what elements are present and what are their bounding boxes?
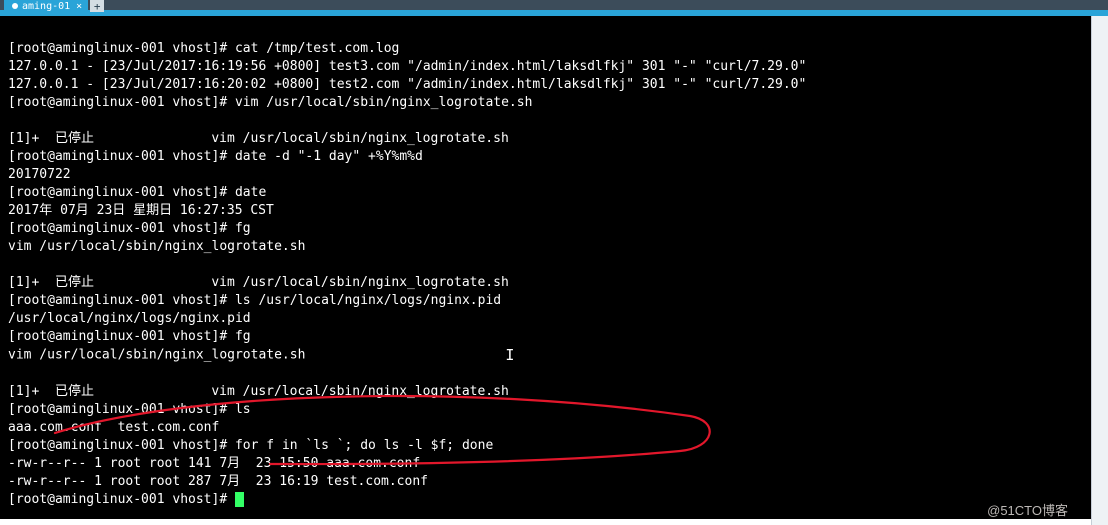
cmd-ls-nginx: ls /usr/local/nginx/logs/nginx.pid — [235, 293, 501, 308]
tab-label: aming-01 — [22, 1, 70, 12]
prompt: [root@aminglinux-001 vhost]# — [8, 149, 235, 164]
output-line: [1]+ 已停止 vim /usr/local/sbin/nginx_logro… — [8, 275, 509, 290]
prompt: [root@aminglinux-001 vhost]# — [8, 402, 235, 417]
prompt: [root@aminglinux-001 vhost]# — [8, 438, 235, 453]
output-line: -rw-r--r-- 1 root root 141 7月 23 15:50 a… — [8, 456, 420, 471]
output-line: vim /usr/local/sbin/nginx_logrotate.sh — [8, 348, 305, 363]
output-line: 127.0.0.1 - [23/Jul/2017:16:19:56 +0800]… — [8, 59, 806, 74]
prompt: [root@aminglinux-001 vhost]# — [8, 293, 235, 308]
output-line: aaa.com.conf test.com.conf — [8, 420, 219, 435]
cmd-for: for f in `ls `; do ls -l $f; done — [235, 438, 493, 453]
text-cursor-icon: I — [505, 346, 514, 364]
output-line: 127.0.0.1 - [23/Jul/2017:16:20:02 +0800]… — [8, 77, 806, 92]
cmd-fg: fg — [235, 221, 251, 236]
output-line: vim /usr/local/sbin/nginx_logrotate.sh — [8, 239, 305, 254]
cmd-ls: ls — [235, 402, 251, 417]
prompt: [root@aminglinux-001 vhost]# — [8, 492, 235, 507]
tab-close-icon[interactable]: × — [76, 1, 82, 12]
prompt: [root@aminglinux-001 vhost]# — [8, 185, 235, 200]
prompt: [root@aminglinux-001 vhost]# — [8, 221, 235, 236]
cmd-date1: date -d "-1 day" +%Y%m%d — [235, 149, 423, 164]
terminal-window: aming-01 × + [root@aminglinux-001 vhost]… — [0, 0, 1108, 525]
new-tab-button[interactable]: + — [90, 0, 104, 12]
terminal-viewport[interactable]: [root@aminglinux-001 vhost]# cat /tmp/te… — [0, 16, 1108, 519]
plus-icon: + — [94, 0, 101, 13]
output-line: [1]+ 已停止 vim /usr/local/sbin/nginx_logro… — [8, 131, 509, 146]
output-line: 2017年 07月 23日 星期日 16:27:35 CST — [8, 203, 274, 218]
output-line: [1]+ 已停止 vim /usr/local/sbin/nginx_logro… — [8, 384, 509, 399]
cmd-fg: fg — [235, 329, 251, 344]
output-line: -rw-r--r-- 1 root root 287 7月 23 16:19 t… — [8, 474, 428, 489]
scrollbar-vertical[interactable] — [1091, 16, 1108, 525]
prompt: [root@aminglinux-001 vhost]# — [8, 329, 235, 344]
tab-bar: aming-01 × + — [0, 0, 1108, 16]
cmd-date2: date — [235, 185, 274, 200]
output-line: 20170722 — [8, 167, 71, 182]
prompt: [root@aminglinux-001 vhost]# — [8, 95, 235, 110]
prompt: [root@aminglinux-001 vhost]# — [8, 41, 235, 56]
cmd-cat: cat /tmp/test.com.log — [235, 41, 399, 56]
tab-aming-01[interactable]: aming-01 × — [4, 0, 88, 12]
watermark: @51CTO博客 — [987, 500, 1068, 519]
tab-status-icon — [12, 3, 18, 9]
cmd-vim: vim /usr/local/sbin/nginx_logrotate.sh — [235, 95, 532, 110]
cursor-block — [235, 492, 244, 507]
output-line: /usr/local/nginx/logs/nginx.pid — [8, 311, 251, 326]
